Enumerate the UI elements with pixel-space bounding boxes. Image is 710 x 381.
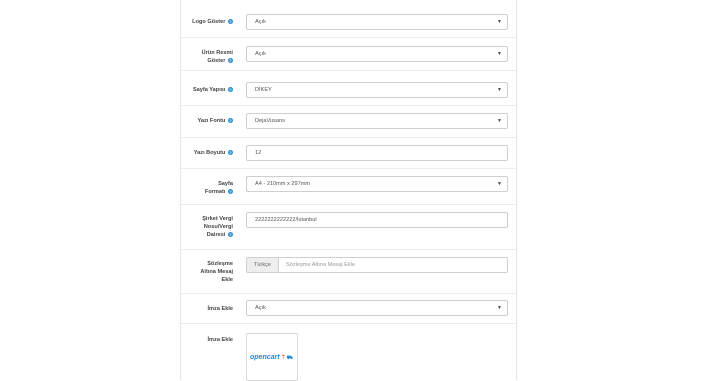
row-contract-message: Sözleşme Altına Mesaj Ekle Türkçe Sözleş… bbox=[181, 250, 516, 294]
page-format-select-value: A4 - 210mm x 297mm bbox=[255, 181, 311, 187]
tax-value: 2222222222222/İstanbul bbox=[255, 217, 317, 223]
logo-select-value: Açık bbox=[255, 19, 266, 25]
label-font-size: Yazı Boyutu ? bbox=[193, 150, 233, 156]
caret-down-icon: ▼ bbox=[497, 118, 502, 124]
label-signature: İmza Ekle bbox=[207, 306, 234, 312]
help-icon[interactable]: ? bbox=[228, 58, 233, 63]
label-product-image: Ürün Resmi Göster ? bbox=[201, 50, 233, 64]
opencart-logo: opencart⇡⛟ bbox=[250, 354, 293, 361]
signature-image-thumbnail[interactable]: opencart⇡⛟ bbox=[246, 333, 298, 381]
label-signature-image: İmza Ekle bbox=[207, 337, 234, 343]
page-format-select[interactable]: A4 - 210mm x 297mm ▼ bbox=[246, 176, 508, 192]
label-contract-message: Sözleşme Altına Mesaj Ekle bbox=[200, 261, 233, 283]
help-icon[interactable]: ? bbox=[228, 19, 233, 24]
tax-input[interactable]: 2222222222222/İstanbul bbox=[246, 212, 508, 228]
row-logo: Logo Göster ? Açık ▼ bbox=[181, 0, 516, 38]
cart-icon: ⛟ bbox=[286, 355, 293, 361]
help-icon[interactable]: ? bbox=[228, 232, 233, 237]
label-tax: Şirket Vergi Nosu/Vergi Dairesi ? bbox=[202, 216, 233, 238]
caret-down-icon: ▼ bbox=[497, 87, 502, 93]
help-icon[interactable]: ? bbox=[228, 87, 233, 92]
label-page-layout: Sayfa Yapısı ? bbox=[192, 87, 233, 93]
label-logo: Logo Göster ? bbox=[192, 19, 233, 25]
caret-down-icon: ▼ bbox=[497, 51, 502, 57]
product-image-select[interactable]: Açık ▼ bbox=[246, 46, 508, 62]
logo-select[interactable]: Açık ▼ bbox=[246, 14, 508, 30]
row-font-size: Yazı Boyutu ? 12 bbox=[181, 138, 516, 169]
contract-message-placeholder: Sözleşme Altına Mesaj Ekle bbox=[286, 262, 356, 268]
help-icon[interactable]: ? bbox=[228, 150, 233, 155]
row-page-format: Sayfa Formatı ? A4 - 210mm x 297mm ▼ bbox=[181, 169, 516, 205]
font-size-input[interactable]: 12 bbox=[246, 145, 508, 161]
settings-panel: Logo Göster ? Açık ▼ Ürün Resmi Göster ?… bbox=[180, 0, 517, 381]
caret-down-icon: ▼ bbox=[497, 305, 502, 311]
page-layout-select[interactable]: DİKEY ▼ bbox=[246, 82, 508, 98]
cart-icon: ⇡ bbox=[280, 355, 286, 361]
signature-select-value: Açık bbox=[255, 305, 266, 311]
caret-down-icon: ▼ bbox=[497, 19, 502, 25]
font-select[interactable]: DejaVusans ▼ bbox=[246, 113, 508, 129]
row-signature-image: İmza Ekle opencart⇡⛟ bbox=[181, 324, 516, 381]
row-signature: İmza Ekle Açık ▼ bbox=[181, 294, 516, 324]
caret-down-icon: ▼ bbox=[497, 181, 502, 187]
contract-message-input[interactable]: Türkçe Sözleşme Altına Mesaj Ekle bbox=[246, 257, 508, 273]
label-page-format: Sayfa Formatı ? bbox=[204, 181, 233, 195]
page-layout-select-value: DİKEY bbox=[255, 87, 272, 93]
row-font: Yazı Fontu ? DejaVusans ▼ bbox=[181, 106, 516, 138]
row-product-image: Ürün Resmi Göster ? Açık ▼ bbox=[181, 38, 516, 71]
help-icon[interactable]: ? bbox=[228, 189, 233, 194]
signature-select[interactable]: Açık ▼ bbox=[246, 300, 508, 316]
help-icon[interactable]: ? bbox=[228, 118, 233, 123]
product-image-select-value: Açık bbox=[255, 51, 266, 57]
language-addon: Türkçe bbox=[247, 258, 279, 272]
font-size-value: 12 bbox=[255, 150, 262, 156]
row-page-layout: Sayfa Yapısı ? DİKEY ▼ bbox=[181, 71, 516, 106]
font-select-value: DejaVusans bbox=[255, 118, 285, 124]
label-font: Yazı Fontu ? bbox=[197, 118, 233, 124]
row-tax: Şirket Vergi Nosu/Vergi Dairesi ? 222222… bbox=[181, 205, 516, 250]
